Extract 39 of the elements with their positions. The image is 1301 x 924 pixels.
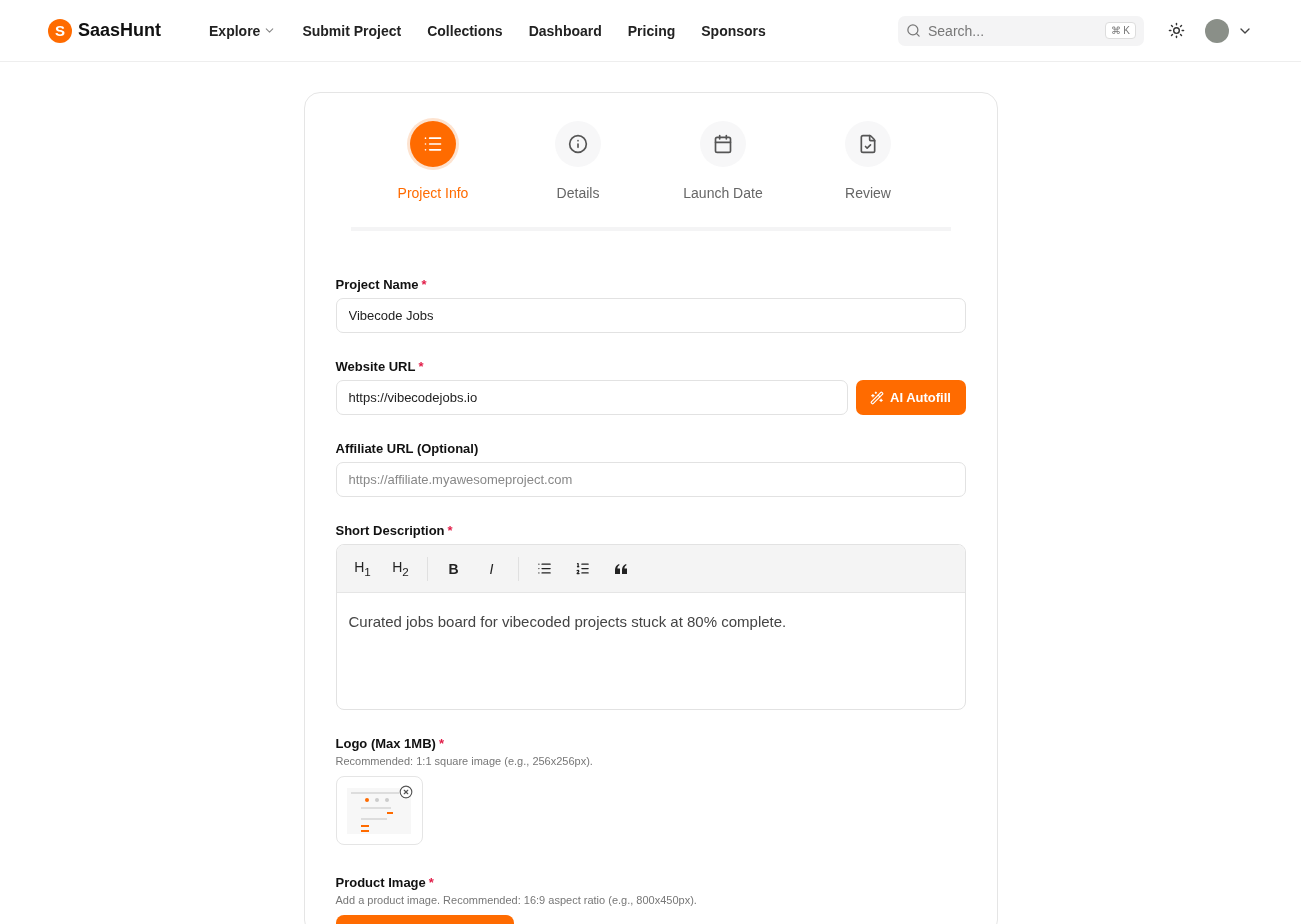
nav-link[interactable]: Submit Project <box>302 22 402 39</box>
search-icon <box>906 23 921 38</box>
shortcut-key: ⌘ K <box>1104 22 1136 39</box>
calendar-icon <box>713 134 733 154</box>
nav-link[interactable]: Dashboard <box>528 22 602 39</box>
nav-link[interactable]: Pricing <box>627 22 676 39</box>
list-icon <box>423 134 443 154</box>
field-label: Short Description * <box>335 523 454 538</box>
avatar[interactable] <box>1205 18 1229 43</box>
editor-text[interactable]: Curated jobs board for vibecoded projects stuck at 80% complete. <box>348 613 787 630</box>
hint-text: Recommended: 1:1 square image (e.g., 256x256px). <box>335 755 594 767</box>
italic-button[interactable]: I <box>473 553 510 584</box>
input-field[interactable]: https://vibecodejobs.io <box>335 380 848 415</box>
step-tab[interactable]: Launch Date <box>675 121 771 201</box>
info-icon <box>568 134 588 154</box>
bullet-list-icon <box>537 561 552 576</box>
search-field[interactable]: Search... ⌘ K <box>898 15 1144 46</box>
numbered-list-icon <box>575 561 590 576</box>
step-tab[interactable]: Details <box>530 121 626 201</box>
step-tab[interactable]: Review <box>820 121 916 201</box>
hint-text: Add a product image. Recommended: 16:9 aspect ratio (e.g., 800x450px). <box>335 894 698 906</box>
input-field[interactable]: Vibecode Jobs <box>335 298 966 333</box>
heading-button[interactable]: H$_{1}$ <box>344 553 381 584</box>
document-check-icon <box>858 134 878 154</box>
bold-button[interactable]: B <box>435 553 472 584</box>
nav-link[interactable]: Collections <box>427 22 503 39</box>
theme-toggle-icon[interactable] <box>1168 22 1185 39</box>
field-label: Project Name * <box>335 277 428 292</box>
brand-name[interactable]: SaasHunt <box>78 20 162 41</box>
field-label: Website URL * <box>335 359 425 374</box>
heading-button[interactable]: H$_{2}$ <box>382 553 419 584</box>
input-field[interactable]: https://affiliate.myawesomeproject.com <box>335 462 966 497</box>
wand-icon <box>870 390 885 405</box>
nav-link[interactable]: Sponsors <box>701 22 766 39</box>
field-label: Affiliate URL (Optional) <box>335 441 480 456</box>
nav-link[interactable]: Explore <box>209 22 277 39</box>
field-label: Logo (Max 1MB) * <box>335 736 445 751</box>
field-label: Product Image * <box>335 875 435 890</box>
quote-icon <box>613 562 628 575</box>
